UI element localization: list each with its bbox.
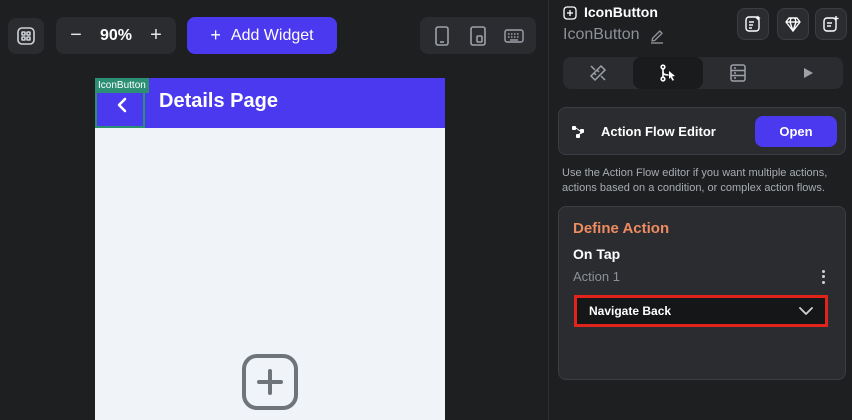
- widget-tree-icon: [17, 27, 35, 45]
- more-vertical-icon[interactable]: [817, 269, 829, 285]
- add-widget-label: Add Widget: [230, 26, 314, 44]
- add-component-button[interactable]: [815, 8, 847, 40]
- add-box-icon: [563, 6, 577, 20]
- selection-tag: IconButton: [95, 78, 149, 93]
- edit-icon[interactable]: [649, 28, 665, 44]
- action-flow-editor-title: Action Flow Editor: [601, 124, 716, 139]
- device-selector: [420, 17, 536, 54]
- action-type-value: Navigate Back: [589, 304, 672, 318]
- diamond-icon: [785, 17, 801, 32]
- action-label: Action 1: [573, 269, 620, 284]
- add-box-plus-icon: [823, 16, 839, 32]
- tab-backend-query[interactable]: [703, 57, 773, 89]
- define-action-title: Define Action: [573, 220, 670, 237]
- flow-nodes-icon: [572, 126, 584, 138]
- chevron-down-icon: [799, 307, 813, 315]
- desktop-device-button[interactable]: [502, 24, 526, 48]
- add-widget-placeholder-icon[interactable]: [241, 353, 299, 411]
- zoom-control: − 90% +: [56, 17, 176, 54]
- ruler-pencil-icon: [589, 64, 607, 82]
- action-flow-description: Use the Action Flow editor if you want m…: [562, 167, 828, 194]
- premium-button[interactable]: [777, 8, 809, 40]
- zoom-level: 90%: [99, 26, 133, 44]
- page-title: Details Page: [159, 90, 278, 112]
- panel-tabs: [563, 57, 843, 89]
- tablet-device-button[interactable]: [466, 24, 490, 48]
- plus-icon: +: [210, 25, 221, 45]
- action-flow-icon: [660, 64, 675, 82]
- phone-canvas: IconButton Details Page: [95, 78, 445, 420]
- open-button[interactable]: Open: [755, 116, 837, 147]
- chevron-left-icon: [117, 97, 127, 113]
- widget-type-label: IconButton: [584, 4, 658, 20]
- widget-name: IconButton: [563, 26, 640, 43]
- zoom-out-button[interactable]: −: [64, 24, 88, 48]
- trigger-label: On Tap: [573, 246, 621, 262]
- tab-animations[interactable]: [773, 57, 843, 89]
- define-action-card: Define Action On Tap Action 1 Navigate B…: [558, 206, 846, 380]
- phone-icon: [435, 25, 449, 46]
- phone-device-button[interactable]: [430, 24, 454, 48]
- generate-button[interactable]: [737, 8, 769, 40]
- play-icon: [804, 68, 813, 78]
- keyboard-icon: [504, 28, 524, 43]
- add-widget-button[interactable]: + Add Widget: [187, 17, 337, 54]
- action-type-dropdown[interactable]: Navigate Back: [574, 295, 828, 327]
- widget-tree-button[interactable]: [8, 18, 44, 54]
- tablet-icon: [470, 25, 486, 46]
- database-icon: [730, 64, 746, 82]
- app-bar: IconButton Details Page: [95, 78, 445, 128]
- zoom-in-button[interactable]: +: [144, 24, 168, 48]
- tab-properties[interactable]: [563, 57, 633, 89]
- properties-panel: IconButton IconButton Action Flow Editor…: [548, 0, 852, 420]
- ai-sparkle-icon: [745, 15, 761, 32]
- tab-actions[interactable]: [633, 57, 703, 89]
- action-flow-editor-card: Action Flow Editor Open: [558, 107, 846, 155]
